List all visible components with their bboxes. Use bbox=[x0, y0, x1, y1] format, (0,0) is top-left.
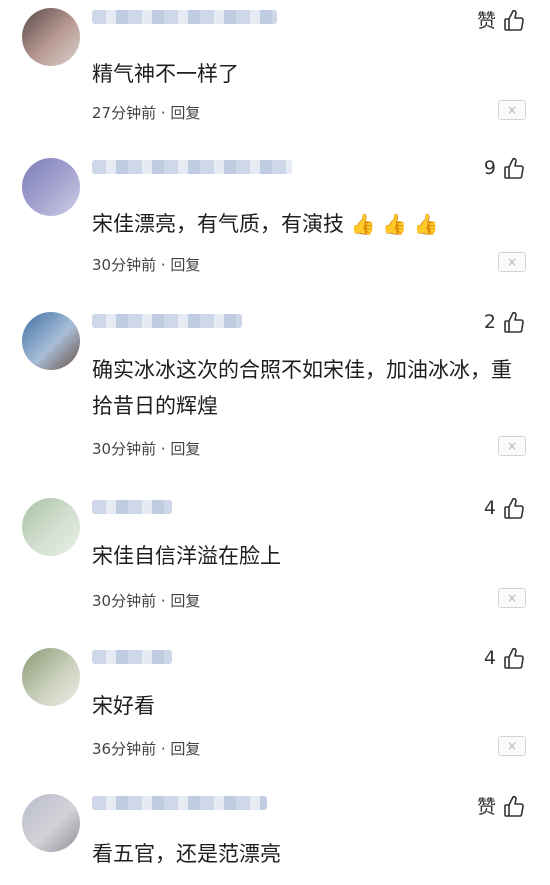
thumbs-up-icon bbox=[504, 157, 524, 179]
comment-text: 宋佳漂亮，有气质，有演技 👍 👍 👍 bbox=[92, 206, 512, 242]
avatar[interactable] bbox=[22, 794, 80, 852]
comment-item: 赞 精气神不一样了 27分钟前 · 回复 × bbox=[0, 6, 550, 146]
comment-text: 看五官，还是范漂亮 bbox=[92, 842, 281, 866]
comment-item: 4 宋佳自信洋溢在脸上 30分钟前 · 回复 × bbox=[0, 496, 550, 626]
like-count: 4 bbox=[483, 647, 496, 669]
like-count: 4 bbox=[483, 497, 496, 519]
comment-list: 赞 精气神不一样了 27分钟前 · 回复 × 9 宋佳漂亮，有气质，有演技 👍 … bbox=[0, 0, 550, 885]
comment-meta[interactable]: 30分钟前 · 回复 bbox=[92, 438, 200, 459]
close-icon[interactable]: × bbox=[498, 736, 526, 756]
comment-meta[interactable]: 30分钟前 · 回复 bbox=[92, 254, 200, 275]
thumbs-up-emoji-icon: 👍 bbox=[350, 212, 376, 236]
like-count: 2 bbox=[483, 311, 496, 333]
like-count: 赞 bbox=[476, 796, 496, 818]
like-button[interactable]: 2 bbox=[484, 310, 526, 334]
avatar[interactable] bbox=[22, 498, 80, 556]
username[interactable] bbox=[92, 500, 172, 514]
comment-text-body: 宋佳漂亮，有气质，有演技 bbox=[92, 212, 344, 236]
close-icon[interactable]: × bbox=[498, 588, 526, 608]
comment-meta[interactable]: 30分钟前 · 回复 bbox=[92, 590, 200, 611]
like-count: 9 bbox=[483, 157, 496, 179]
comment-item: 4 宋好看 36分钟前 · 回复 × bbox=[0, 646, 550, 776]
like-count: 赞 bbox=[476, 10, 496, 32]
like-button[interactable]: 4 bbox=[484, 646, 526, 670]
comment-meta[interactable]: 27分钟前 · 回复 bbox=[92, 102, 200, 123]
avatar[interactable] bbox=[22, 312, 80, 370]
like-button[interactable]: 4 bbox=[484, 496, 526, 520]
thumbs-up-icon bbox=[504, 9, 524, 31]
close-icon[interactable]: × bbox=[498, 252, 526, 272]
username[interactable] bbox=[92, 10, 277, 24]
close-icon[interactable]: × bbox=[498, 100, 526, 120]
avatar[interactable] bbox=[22, 8, 80, 66]
avatar[interactable] bbox=[22, 648, 80, 706]
thumbs-up-icon bbox=[504, 647, 524, 669]
username[interactable] bbox=[92, 796, 267, 810]
comment-item: 赞 看五官，还是范漂亮 bbox=[0, 792, 550, 885]
comment-text: 精气神不一样了 bbox=[92, 62, 239, 86]
comment-text: 宋佳自信洋溢在脸上 bbox=[92, 544, 281, 568]
comment-meta[interactable]: 36分钟前 · 回复 bbox=[92, 738, 200, 759]
avatar[interactable] bbox=[22, 158, 80, 216]
close-icon[interactable]: × bbox=[498, 436, 526, 456]
comment-text: 确实冰冰这次的合照不如宋佳，加油冰冰，重拾昔日的辉煌 bbox=[92, 358, 512, 418]
like-button[interactable]: 赞 bbox=[477, 6, 526, 33]
username[interactable] bbox=[92, 650, 172, 664]
thumbs-up-icon bbox=[504, 311, 524, 333]
thumbs-up-emoji-icon: 👍 bbox=[413, 212, 439, 236]
thumbs-up-icon bbox=[504, 795, 524, 817]
thumbs-up-emoji-icon: 👍 bbox=[382, 212, 408, 236]
username[interactable] bbox=[92, 160, 292, 174]
like-button[interactable]: 9 bbox=[484, 156, 526, 180]
comment-text: 宋好看 bbox=[92, 694, 155, 718]
username[interactable] bbox=[92, 314, 242, 328]
thumbs-up-icon bbox=[504, 497, 524, 519]
comment-item: 9 宋佳漂亮，有气质，有演技 👍 👍 👍 30分钟前 · 回复 × bbox=[0, 156, 550, 286]
like-button[interactable]: 赞 bbox=[477, 792, 526, 819]
comment-item: 2 确实冰冰这次的合照不如宋佳，加油冰冰，重拾昔日的辉煌 30分钟前 · 回复 … bbox=[0, 310, 550, 470]
